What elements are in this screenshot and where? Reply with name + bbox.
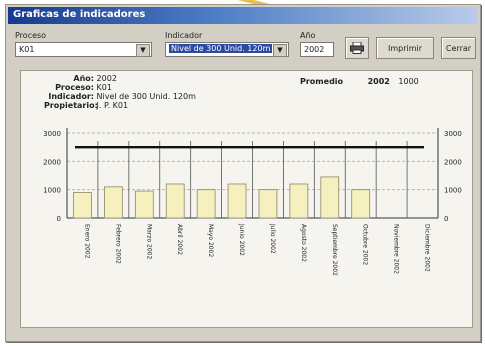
promedio-year: 2002 bbox=[367, 77, 390, 86]
imprimir-button[interactable]: Imprimir bbox=[376, 37, 434, 59]
print-icon-button[interactable] bbox=[345, 37, 369, 59]
anio-label: Año bbox=[300, 31, 316, 40]
proceso-value: K01 bbox=[19, 45, 35, 54]
cerrar-button[interactable]: Cerrar bbox=[441, 37, 476, 59]
chevron-down-icon[interactable]: ▼ bbox=[273, 44, 287, 57]
info-proceso: Proceso: K01 bbox=[44, 83, 112, 92]
window-title: Graficas de indicadores bbox=[13, 9, 146, 20]
printer-icon bbox=[350, 42, 364, 54]
info-indicador-value: Nivel de 300 Unid. 120m bbox=[96, 92, 196, 101]
proceso-label: Proceso bbox=[15, 31, 47, 40]
info-proceso-key: Proceso: bbox=[55, 83, 94, 92]
info-anio-value: 2002 bbox=[96, 74, 117, 83]
anio-input[interactable]: 2002 bbox=[300, 42, 334, 57]
anio-value: 2002 bbox=[304, 45, 325, 54]
indicador-select[interactable]: Nivel de 300 Unid. 120m ▼ bbox=[165, 42, 289, 57]
info-propietario-value: J. P. K01 bbox=[96, 101, 129, 110]
promedio-key: Promedio bbox=[300, 77, 344, 86]
info-anio: Año: 2002 bbox=[44, 74, 117, 83]
promedio-summary: Promedio 2002 1000 bbox=[300, 77, 419, 86]
title-bar: Graficas de indicadores bbox=[8, 7, 477, 24]
info-propietario-key: Propietario: bbox=[44, 101, 98, 110]
proceso-select[interactable]: K01 ▼ bbox=[15, 42, 152, 57]
indicador-label: Indicador bbox=[165, 31, 203, 40]
promedio-value: 1000 bbox=[398, 77, 419, 86]
indicator-chart-window: Graficas de indicadores Proceso K01 ▼ In… bbox=[5, 4, 481, 342]
info-propietario: Propietario: J. P. K01 bbox=[44, 101, 128, 110]
chevron-down-icon[interactable]: ▼ bbox=[136, 44, 150, 57]
info-indicador: Indicador: Nivel de 300 Unid. 120m bbox=[44, 92, 196, 101]
info-anio-key: Año: bbox=[73, 74, 94, 83]
info-indicador-key: Indicador: bbox=[48, 92, 94, 101]
info-proceso-value: K01 bbox=[96, 83, 112, 92]
indicador-value: Nivel de 300 Unid. 120m bbox=[169, 44, 273, 53]
